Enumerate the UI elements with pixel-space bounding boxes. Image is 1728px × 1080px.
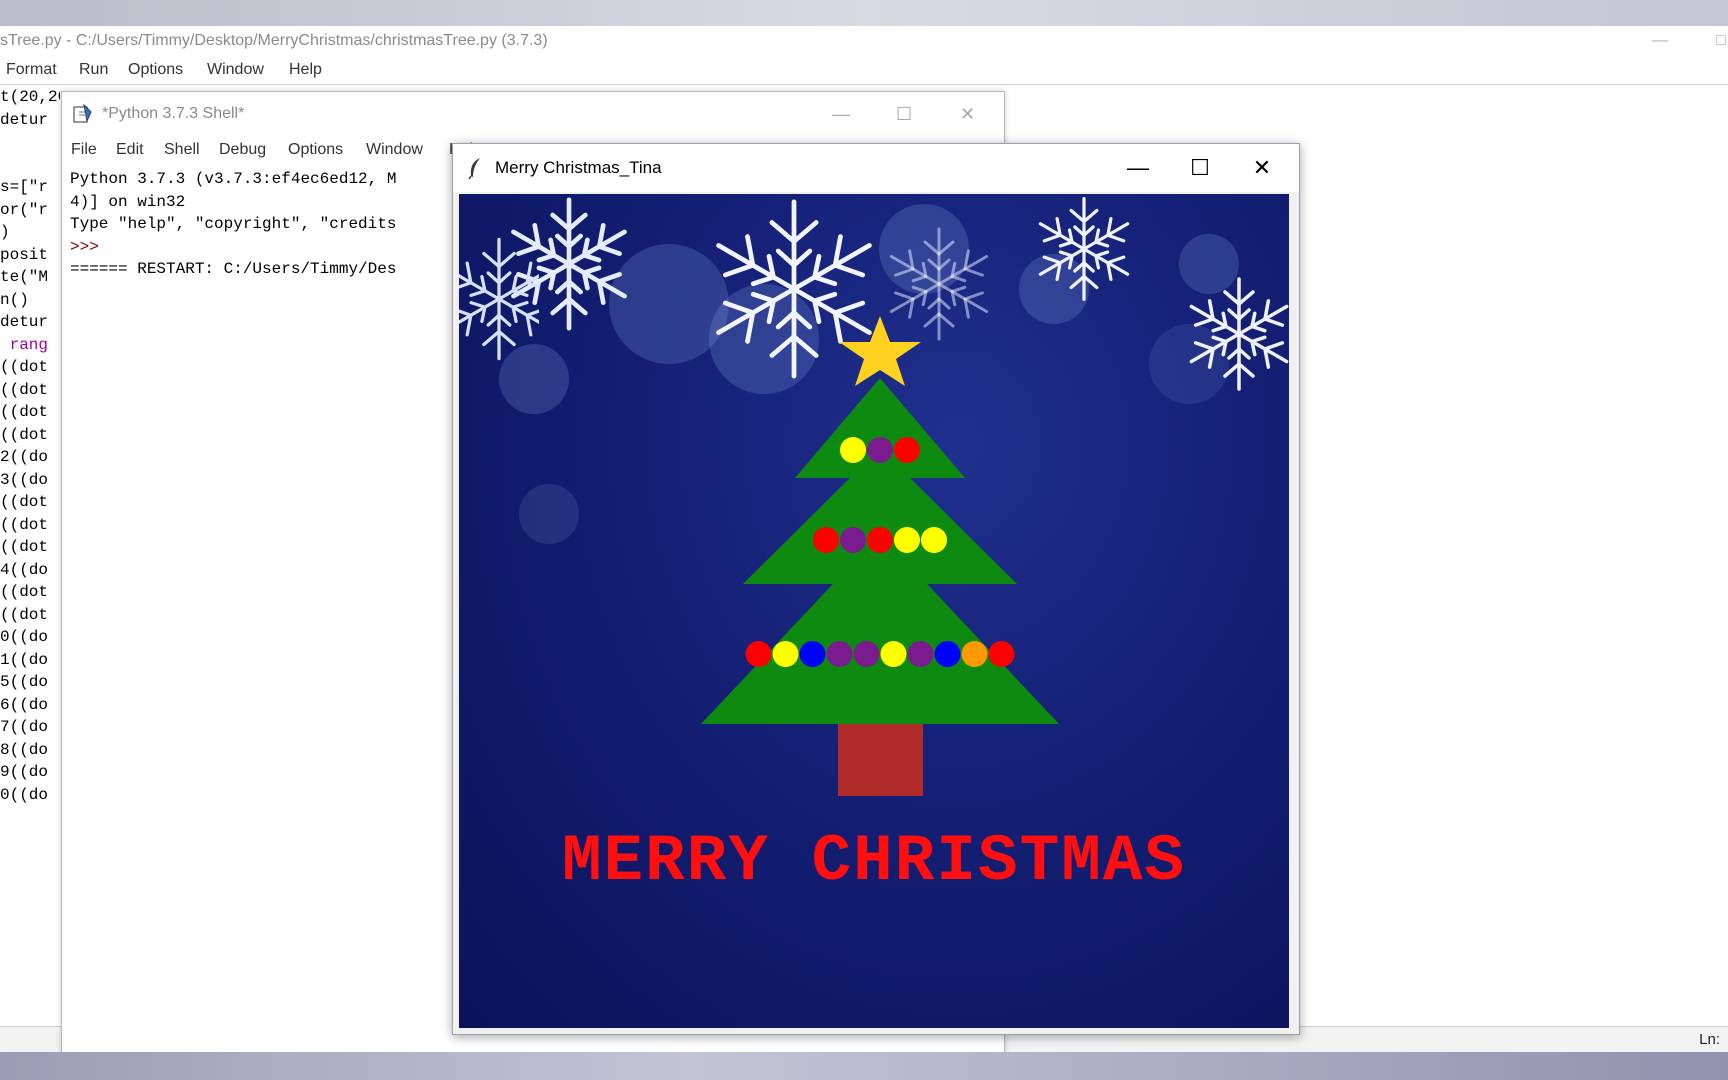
turtle-close-button[interactable]: ✕ [1239,144,1285,192]
editor-minimize-button[interactable]: — [1652,26,1668,56]
turtle-maximize-button[interactable]: ☐ [1177,144,1223,192]
editor-title: sTree.py - C:/Users/Timmy/Desktop/MerryC… [0,32,548,49]
shell-menu-debug[interactable]: Debug [219,136,266,164]
ornament-dot [988,641,1015,667]
shell-menu-window[interactable]: Window [366,136,423,164]
shell-menu-file[interactable]: File [71,136,97,164]
code-line: ((dot [0,583,49,601]
ornament-dot [840,527,866,553]
shell-close-button[interactable]: ✕ [960,92,975,136]
shell-line: ====== RESTART: C:/Users/Timmy/Des [70,260,397,278]
code-line: te("M [0,268,49,286]
shell-title: *Python 3.7.3 Shell* [102,105,245,122]
feather-icon [468,158,480,179]
turtle-minimize-button[interactable]: — [1115,144,1161,192]
code-line: detur [0,110,49,129]
shell-line: Python 3.7.3 (v3.7.3:ef4ec6ed12, M [70,170,397,188]
code-line: ((dot [0,425,49,444]
merry-christmas-message: MERRY CHRISTMAS [561,824,1187,899]
code-line: ) [0,223,10,241]
ornament-dot [867,437,893,463]
turtle-title: Merry Christmas_Tina [495,158,662,177]
ornament-dot [961,641,988,667]
code-line: 9((do [0,763,49,781]
ornament-dot [772,641,799,667]
code-line: 2((do [0,448,49,466]
christmas-tree-drawing [701,316,1059,796]
code-line: 0((do [0,785,49,804]
code-line: ((dot [0,493,49,511]
code-line: 0((do [0,628,49,646]
editor-menu-help[interactable]: Help [289,56,322,84]
shell-line: 4)] on win32 [70,192,186,211]
tree-trunk [838,724,923,796]
code-line: 1((do [0,650,49,669]
ornament-dot [840,437,866,463]
code-line: 3((do [0,470,49,489]
code-line: posit [0,245,49,264]
code-line: 5((do [0,673,49,691]
editor-code-area[interactable]: t(20,20) detur s=["r or("r) posit te("M n() de… [0,86,60,1006]
code-line: s=["r [0,178,49,196]
code-line: n() [0,290,29,309]
shell-prompt: >>> [70,237,109,256]
ornament-dot [853,641,880,667]
code-line: ((dot [0,515,49,534]
editor-line-indicator: Ln: [1699,1031,1720,1048]
shell-maximize-button[interactable]: ☐ [896,92,912,136]
code-line: detur [0,313,49,331]
python-shell-icon [73,104,92,123]
ornament-dot [745,641,772,667]
turtle-window: Merry Christmas_Tina — ☐ ✕ MERRY CHRISTM… [452,143,1300,1035]
code-line: 7((do [0,718,49,736]
ornament-dot [826,641,853,667]
ornament-dot [867,527,893,553]
code-line: ((dot [0,538,49,556]
code-line: rang [0,335,49,354]
shell-titlebar: *Python 3.7.3 Shell* — ☐ ✕ [62,92,1004,136]
ornament-dot [921,527,947,553]
code-line: or("r [0,200,49,219]
code-line: ((dot [0,380,49,399]
star-icon [839,316,921,386]
ornament-dot [907,641,934,667]
code-line: t(20,20) [0,88,60,106]
editor-menu-window[interactable]: Window [207,56,264,84]
shell-minimize-button[interactable]: — [832,92,850,136]
shell-menu-edit[interactable]: Edit [116,136,144,164]
ornament-dot [894,437,920,463]
ornament-dot [880,641,907,667]
code-line: ((dot [0,358,49,376]
editor-titlebar: sTree.py - C:/Users/Timmy/Desktop/MerryC… [0,26,1728,56]
code-line: 8((do [0,740,49,759]
ornament-dot [894,527,920,553]
shell-output[interactable]: Python 3.7.3 (v3.7.3:ef4ec6ed12, M 4)] on… [70,168,470,328]
shell-menu-options[interactable]: Options [288,136,343,164]
editor-menu-format[interactable]: Format [6,56,57,84]
code-line: 4((do [0,560,49,579]
ornament-dot [813,527,839,553]
code-line: 6((do [0,695,49,714]
turtle-canvas[interactable]: MERRY CHRISTMAS [459,194,1289,1028]
tree-bottom-triangle [701,534,1059,724]
editor-menu-options[interactable]: Options [128,56,183,84]
code-line: ((dot [0,403,49,421]
shell-line: Type "help", "copyright", "credits [70,215,397,233]
editor-menubar: Format Run Options Window Help [0,56,1728,85]
editor-menu-run[interactable]: Run [79,56,108,84]
screen-bottom-edge [0,1052,1728,1080]
editor-maximize-button[interactable]: □ [1716,26,1726,56]
turtle-titlebar: Merry Christmas_Tina — ☐ ✕ [453,144,1299,192]
shell-menu-shell[interactable]: Shell [164,136,200,164]
code-line: ((dot [0,605,49,624]
screen-top-edge [0,0,1728,26]
ornament-dot [934,641,961,667]
ornament-dot [799,641,826,667]
